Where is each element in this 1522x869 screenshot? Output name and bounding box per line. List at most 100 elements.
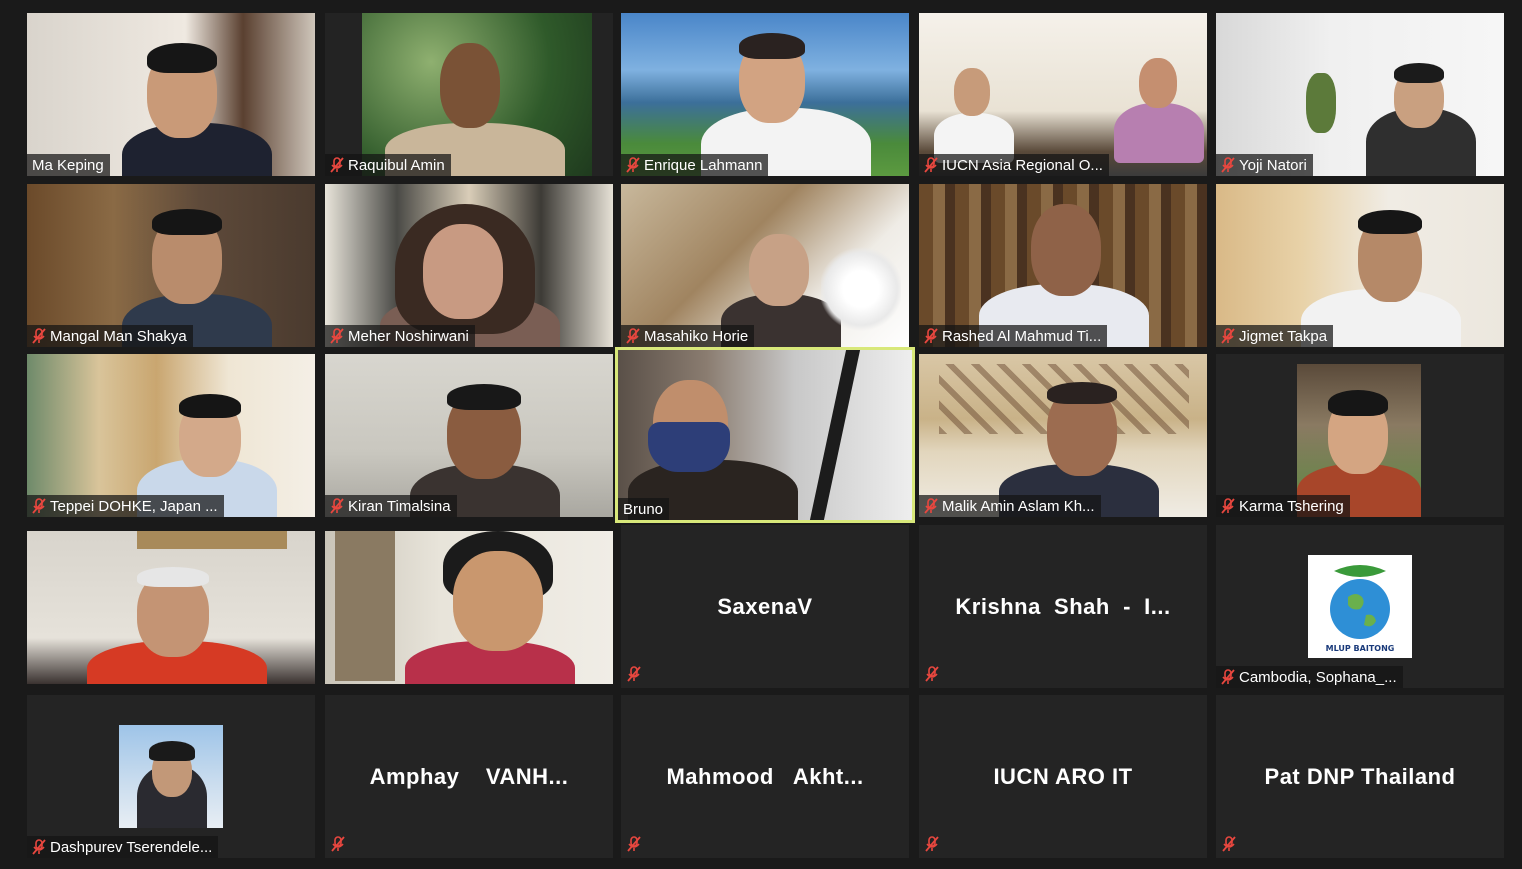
muted-mic-icon (627, 836, 641, 852)
participant-tile[interactable]: SaxenaV (621, 525, 909, 688)
muted-mic-icon (330, 157, 344, 173)
participant-name-badge: Dashpurev Tserendele... (27, 836, 219, 858)
muted-mic-icon (626, 328, 640, 344)
muted-mic-icon (32, 839, 46, 855)
participant-name-badge: Malik Amin Aslam Kh... (919, 495, 1101, 517)
participant-name-badge: Mangal Man Shakya (27, 325, 193, 347)
participant-name-badge: Jigmet Takpa (1216, 325, 1334, 347)
participant-name-badge: Rashed Al Mahmud Ti... (919, 325, 1108, 347)
participant-name: Rashed Al Mahmud Ti... (942, 327, 1102, 345)
muted-mic-icon (1221, 328, 1235, 344)
participant-name: Teppei DOHKE, Japan ... (50, 497, 218, 515)
muted-mic-icon (1221, 157, 1235, 173)
participant-tile[interactable]: Teppei DOHKE, Japan ... (27, 354, 315, 517)
muted-mic-icon (924, 157, 938, 173)
muted-mic-icon (626, 157, 640, 173)
participant-tile[interactable]: Krishna Shah - I... (919, 525, 1207, 688)
participant-tile[interactable]: Dashpurev Tserendele... (27, 695, 315, 858)
participant-tile[interactable] (27, 531, 315, 684)
muted-mic-icon (924, 328, 938, 344)
participant-name-badge: Bruno (618, 498, 670, 520)
participant-name: IUCN ARO IT (993, 763, 1133, 789)
participant-name: Karma Tshering (1239, 497, 1344, 515)
participant-name: Meher Noshirwani (348, 327, 469, 345)
participant-tile[interactable]: Meher Noshirwani (325, 184, 613, 347)
muted-mic-icon (627, 666, 641, 682)
video-feed (325, 531, 613, 684)
participant-tile[interactable]: Jigmet Takpa (1216, 184, 1504, 347)
participant-tile-active-speaker[interactable]: Bruno (615, 347, 915, 523)
participant-tile[interactable]: Rashed Al Mahmud Ti... (919, 184, 1207, 347)
participant-tile[interactable] (325, 531, 613, 684)
participant-name-badge: Karma Tshering (1216, 495, 1350, 517)
participant-name: Raquibul Amin (348, 156, 445, 174)
video-feed (1216, 354, 1504, 517)
muted-mic-icon (331, 836, 345, 852)
muted-mic-icon (1221, 498, 1235, 514)
muted-mic-icon (330, 328, 344, 344)
video-feed (1216, 184, 1504, 347)
participant-name: Yoji Natori (1239, 156, 1307, 174)
participant-name-badge: Raquibul Amin (325, 154, 451, 176)
video-feed (621, 184, 909, 347)
participant-name: Mangal Man Shakya (50, 327, 187, 345)
participant-tile[interactable]: Yoji Natori (1216, 13, 1504, 176)
video-feed (27, 354, 315, 517)
muted-mic-icon (1221, 669, 1235, 685)
participant-name: IUCN Asia Regional O... (942, 156, 1103, 174)
participant-name: Bruno (623, 500, 664, 518)
participant-tile[interactable]: IUCN Asia Regional O... (919, 13, 1207, 176)
participant-tile[interactable]: Masahiko Horie (621, 184, 909, 347)
video-feed (27, 531, 315, 684)
video-feed (325, 13, 613, 176)
participant-tile[interactable]: Mahmood Akht... (621, 695, 909, 858)
video-feed (618, 350, 912, 520)
globe-logo-icon: MLUP BAITONG (1326, 564, 1394, 653)
video-feed (27, 184, 315, 347)
participant-name: Krishna Shah - I... (955, 593, 1171, 619)
participant-tile[interactable]: Pat DNP Thailand (1216, 695, 1504, 858)
muted-mic-icon (1222, 836, 1236, 852)
gallery-grid: Ma Keping Raquibul Amin Enrique Lahmann (0, 0, 1522, 869)
participant-name: Malik Amin Aslam Kh... (942, 497, 1095, 515)
profile-photo (119, 725, 223, 828)
participant-tile[interactable]: Raquibul Amin (325, 13, 613, 176)
participant-tile[interactable]: Karma Tshering (1216, 354, 1504, 517)
video-feed (1216, 13, 1504, 176)
participant-name-badge: Ma Keping (27, 154, 110, 176)
participant-tile[interactable]: Kiran Timalsina (325, 354, 613, 517)
participant-tile[interactable]: Malik Amin Aslam Kh... (919, 354, 1207, 517)
participant-name: Jigmet Takpa (1239, 327, 1328, 345)
muted-mic-icon (32, 328, 46, 344)
participant-name: Kiran Timalsina (348, 497, 451, 515)
participant-name-badge: Meher Noshirwani (325, 325, 475, 347)
muted-mic-icon (32, 498, 46, 514)
participant-name-badge: Enrique Lahmann (621, 154, 769, 176)
video-feed (919, 184, 1207, 347)
participant-tile[interactable]: IUCN ARO IT (919, 695, 1207, 858)
participant-name: Ma Keping (32, 156, 104, 174)
participant-name-badge: Teppei DOHKE, Japan ... (27, 495, 224, 517)
participant-name: Dashpurev Tserendele... (50, 838, 213, 856)
video-feed (621, 13, 909, 176)
participant-name: Enrique Lahmann (644, 156, 763, 174)
video-feed (919, 13, 1207, 176)
participant-name: SaxenaV (717, 593, 813, 619)
participant-tile[interactable]: Mangal Man Shakya (27, 184, 315, 347)
participant-name-badge: Yoji Natori (1216, 154, 1313, 176)
participant-name: Cambodia, Sophana_... (1239, 668, 1397, 686)
participant-tile[interactable]: Ma Keping (27, 13, 315, 176)
participant-tile[interactable]: Enrique Lahmann (621, 13, 909, 176)
participant-name: Pat DNP Thailand (1264, 763, 1456, 789)
participant-name-badge: Cambodia, Sophana_... (1216, 666, 1403, 688)
participant-name-badge: Kiran Timalsina (325, 495, 457, 517)
video-feed (919, 354, 1207, 517)
participant-name: Mahmood Akht... (666, 763, 864, 789)
participant-tile[interactable]: Amphay VANH... (325, 695, 613, 858)
muted-mic-icon (330, 498, 344, 514)
video-feed (325, 354, 613, 517)
participant-name: Amphay VANH... (369, 763, 569, 789)
participant-tile[interactable]: MLUP BAITONG Cambodia, Sophana_... (1216, 525, 1504, 688)
participant-name-badge: IUCN Asia Regional O... (919, 154, 1109, 176)
participant-name-badge: Masahiko Horie (621, 325, 755, 347)
